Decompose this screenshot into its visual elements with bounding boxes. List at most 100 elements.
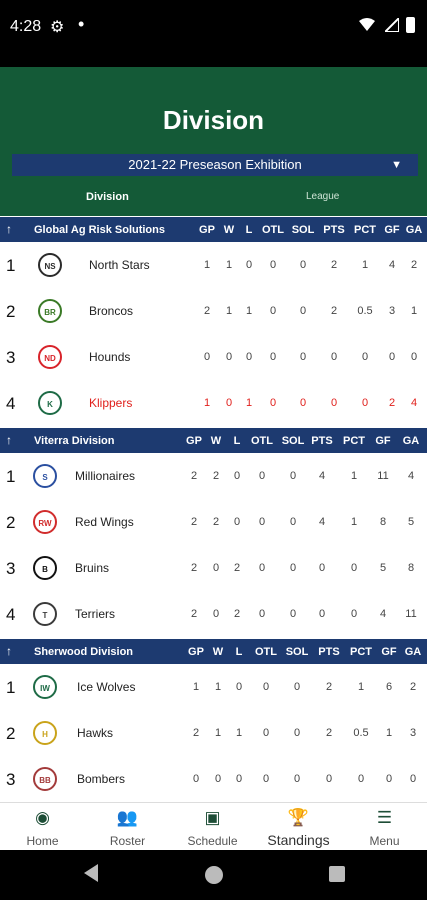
stat-otl: 0 — [269, 351, 277, 363]
team-name[interactable]: Hawks — [77, 726, 113, 740]
column-header-ga[interactable]: GA — [398, 646, 427, 658]
column-header-l[interactable]: L — [224, 646, 254, 658]
stat-ga: 0 — [410, 351, 418, 363]
table-row[interactable]: 3 BB Bombers 0 0 0 0 0 0 0 0 0 — [0, 756, 427, 802]
stat-pts: 0 — [330, 351, 338, 363]
stat-pts: 2 — [325, 681, 333, 693]
nav-standings[interactable]: 🏆 Standings — [256, 803, 341, 851]
back-icon[interactable] — [84, 864, 98, 882]
column-header-pct[interactable]: PCT — [346, 646, 376, 658]
team-name[interactable]: Bombers — [77, 772, 125, 786]
division-name: Sherwood Division — [34, 646, 134, 658]
stat-pts: 4 — [318, 470, 326, 482]
nav-schedule[interactable]: ▣ Schedule — [170, 803, 255, 851]
stat-sol: 0 — [293, 727, 301, 739]
division-header[interactable]: ↑ Viterra Division GP W L OTL SOL PTS PCT GF GA — [0, 428, 427, 453]
team-rank: 1 — [6, 467, 16, 486]
team-name[interactable]: Red Wings — [75, 515, 134, 529]
stat-sol: 0 — [299, 351, 307, 363]
table-row[interactable]: 2 BR Broncos 2 1 1 0 0 2 0.5 3 1 — [0, 288, 427, 334]
stat-otl: 0 — [258, 470, 266, 482]
stat-l: 0 — [235, 773, 243, 785]
table-row[interactable]: 3 B Bruins 2 0 2 0 0 0 0 5 8 — [0, 545, 427, 591]
stat-pts: 2 — [330, 259, 338, 271]
team-rank: 4 — [6, 605, 16, 624]
column-header-otl[interactable]: OTL — [247, 435, 277, 447]
team-name[interactable]: Broncos — [89, 304, 133, 318]
table-row[interactable]: 3 ND Hounds 0 0 0 0 0 0 0 0 0 — [0, 334, 427, 380]
team-name[interactable]: North Stars — [89, 258, 150, 272]
stat-otl: 0 — [258, 562, 266, 574]
column-header-sol[interactable]: SOL — [282, 646, 312, 658]
sort-arrow-icon[interactable]: ↑ — [6, 222, 12, 236]
column-header-pts[interactable]: PTS — [319, 224, 349, 236]
column-header-pts[interactable]: PTS — [307, 435, 337, 447]
stat-pct: 0.5 — [357, 305, 373, 317]
column-header-sol[interactable]: SOL — [288, 224, 318, 236]
system-home-icon[interactable] — [205, 866, 223, 884]
column-header-otl[interactable]: OTL — [258, 224, 288, 236]
team-logo: ND — [38, 345, 62, 369]
table-row[interactable]: 1 S Millionaires 2 2 0 0 0 4 1 11 4 — [0, 453, 427, 499]
wifi-icon — [359, 18, 375, 31]
stat-l: 1 — [235, 727, 243, 739]
stat-pts: 0 — [318, 562, 326, 574]
stat-pct: 0 — [350, 608, 358, 620]
stat-pct: 0 — [350, 562, 358, 574]
stat-sol: 0 — [289, 516, 297, 528]
column-header-sol[interactable]: SOL — [278, 435, 308, 447]
column-header-pct[interactable]: PCT — [350, 224, 380, 236]
team-name[interactable]: Klippers — [89, 396, 132, 410]
calendar-icon: ▣ — [204, 808, 221, 827]
team-rank: 1 — [6, 256, 16, 275]
stat-pct: 0 — [361, 351, 369, 363]
tab-division[interactable]: Division — [86, 191, 129, 203]
stat-pct: 1 — [361, 259, 369, 271]
stat-gf: 11 — [377, 470, 389, 482]
menu-icon: ☰ — [376, 808, 393, 827]
trophy-icon: 🏆 — [287, 808, 310, 827]
column-header-otl[interactable]: OTL — [251, 646, 281, 658]
nav-home[interactable]: ◉ Home — [0, 803, 85, 851]
stat-otl: 0 — [269, 397, 277, 409]
division-header[interactable]: ↑ Global Ag Risk Solutions GP W L OTL SOL PTS PC… — [0, 217, 427, 242]
stat-sol: 0 — [293, 681, 301, 693]
stat-sol: 0 — [293, 773, 301, 785]
table-row[interactable]: 2 H Hawks 2 1 1 0 0 2 0.5 1 3 — [0, 710, 427, 756]
team-rank: 4 — [6, 394, 16, 413]
table-row[interactable]: 1 IW Ice Wolves 1 1 0 0 0 2 1 6 2 — [0, 664, 427, 710]
season-dropdown[interactable]: 2021-22 Preseason Exhibition ▼ — [12, 154, 418, 176]
team-name[interactable]: Bruins — [75, 561, 109, 575]
signal-icon — [385, 18, 399, 32]
team-rank: 3 — [6, 770, 16, 789]
nav-menu[interactable]: ☰ Menu — [342, 803, 427, 851]
division-header[interactable]: ↑ Sherwood Division GP W L OTL SOL PTS PCT GF GA — [0, 639, 427, 664]
column-header-pct[interactable]: PCT — [339, 435, 369, 447]
column-header-pts[interactable]: PTS — [314, 646, 344, 658]
sort-arrow-icon[interactable]: ↑ — [6, 433, 12, 447]
column-header-ga[interactable]: GA — [396, 435, 426, 447]
table-row[interactable]: 4 T Terriers 2 0 2 0 0 0 0 4 11 — [0, 591, 427, 637]
team-rank: 3 — [6, 348, 16, 367]
recent-apps-icon[interactable] — [329, 866, 345, 882]
sort-arrow-icon[interactable]: ↑ — [6, 644, 12, 658]
column-header-ga[interactable]: GA — [399, 224, 427, 236]
page-title: Division — [162, 105, 265, 135]
division-name: Viterra Division — [34, 435, 115, 447]
table-row[interactable]: 2 RW Red Wings 2 2 0 0 0 4 1 8 5 — [0, 499, 427, 545]
nav-roster[interactable]: 👥 Roster — [85, 803, 170, 851]
team-logo: BB — [33, 767, 57, 791]
stat-otl: 0 — [262, 681, 270, 693]
table-row[interactable]: 4 K Klippers 1 0 1 0 0 0 0 2 4 — [0, 380, 427, 426]
team-name[interactable]: Ice Wolves — [77, 680, 135, 694]
chevron-down-icon: ▼ — [391, 159, 402, 171]
stat-ga: 5 — [407, 516, 415, 528]
team-name[interactable]: Terriers — [75, 607, 115, 621]
tab-league[interactable]: League — [306, 191, 339, 202]
table-row[interactable]: 1 NS North Stars 1 1 0 0 0 2 1 4 2 — [0, 242, 427, 288]
team-name[interactable]: Hounds — [89, 350, 130, 364]
team-name[interactable]: Millionaires — [75, 469, 135, 483]
team-rank: 3 — [6, 559, 16, 578]
stat-pts: 0 — [318, 608, 326, 620]
column-header-gf[interactable]: GF — [368, 435, 398, 447]
